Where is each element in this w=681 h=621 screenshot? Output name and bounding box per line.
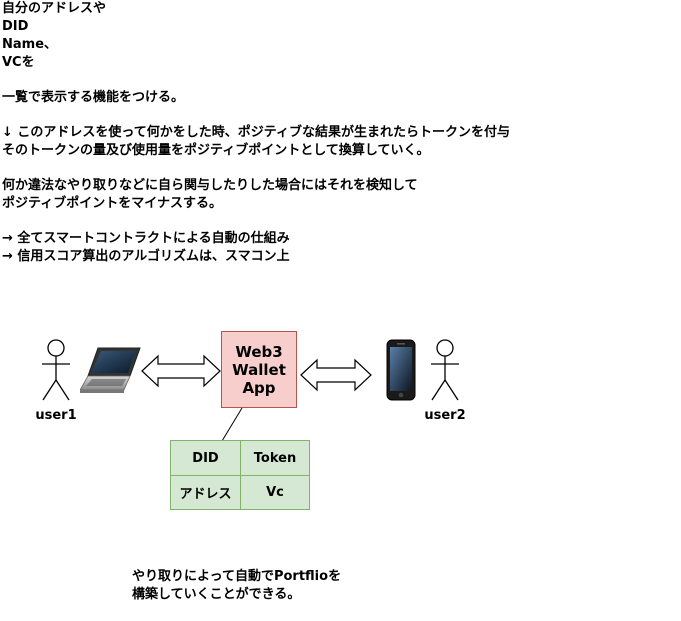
note-line: 自分のアドレスや [2, 1, 107, 16]
app-label-line1: Web3 [235, 342, 283, 361]
note-blank-line [2, 160, 677, 177]
note-line: 一覧で表示する機能をつける。 [2, 90, 185, 105]
user2-label: user2 [424, 408, 466, 423]
app-label-line3: App [242, 378, 276, 397]
laptop-icon [80, 347, 141, 393]
note-blank-line [2, 213, 677, 230]
note-line: → 信用スコア算出のアルゴリズムは、スマコン上 [2, 249, 290, 264]
note-line: ↓ このアドレスを使って何かをした時、ポジティブな結果が生まれたらトークンを付与 [2, 125, 510, 140]
app-label-line2: Wallet [232, 360, 286, 379]
note-line: 何か違法なやり取りなどに自ら関与したりした場合にはそれを検知して [2, 178, 418, 193]
note-line: DID [2, 19, 29, 34]
double-arrow-left [141, 354, 221, 388]
note-line: ポジティブポイントをマイナスする。 [2, 196, 222, 211]
user1-person-icon [42, 339, 70, 401]
user2-person-icon [431, 339, 459, 401]
table-cell-vc: Vc [240, 475, 310, 510]
note-line: VCを [2, 55, 35, 70]
table-cell-did: DID [170, 440, 240, 475]
note-line: → 全てスマートコントラクトによる自動の仕組み [2, 231, 290, 246]
notes-text-block: 自分のアドレスや DID Name、 VCを 一覧で表示する機能をつける。 ↓ … [2, 0, 677, 266]
note-blank-line [2, 107, 677, 124]
caption-line: 構築していくことができる。 [132, 587, 301, 602]
connector-line [221, 407, 243, 442]
user1-label: user1 [35, 408, 77, 423]
table-cell-address: アドレス [170, 475, 240, 510]
smartphone-icon [386, 339, 416, 401]
note-line: そのトークンの量及び使用量をポジティブポイントとして換算していく。 [2, 143, 430, 158]
caption-line: やり取りによって自動でPortflioを [132, 569, 342, 584]
table-cell-token: Token [240, 440, 310, 475]
double-arrow-right [300, 358, 372, 392]
web3-wallet-app-box: Web3 Wallet App [221, 331, 297, 408]
caption-text: やり取りによって自動でPortflioを 構築していくことができる。 [132, 568, 341, 604]
note-line: Name、 [2, 37, 58, 52]
note-blank-line [2, 72, 677, 89]
wallet-data-table: DID Token アドレス Vc [170, 440, 310, 510]
